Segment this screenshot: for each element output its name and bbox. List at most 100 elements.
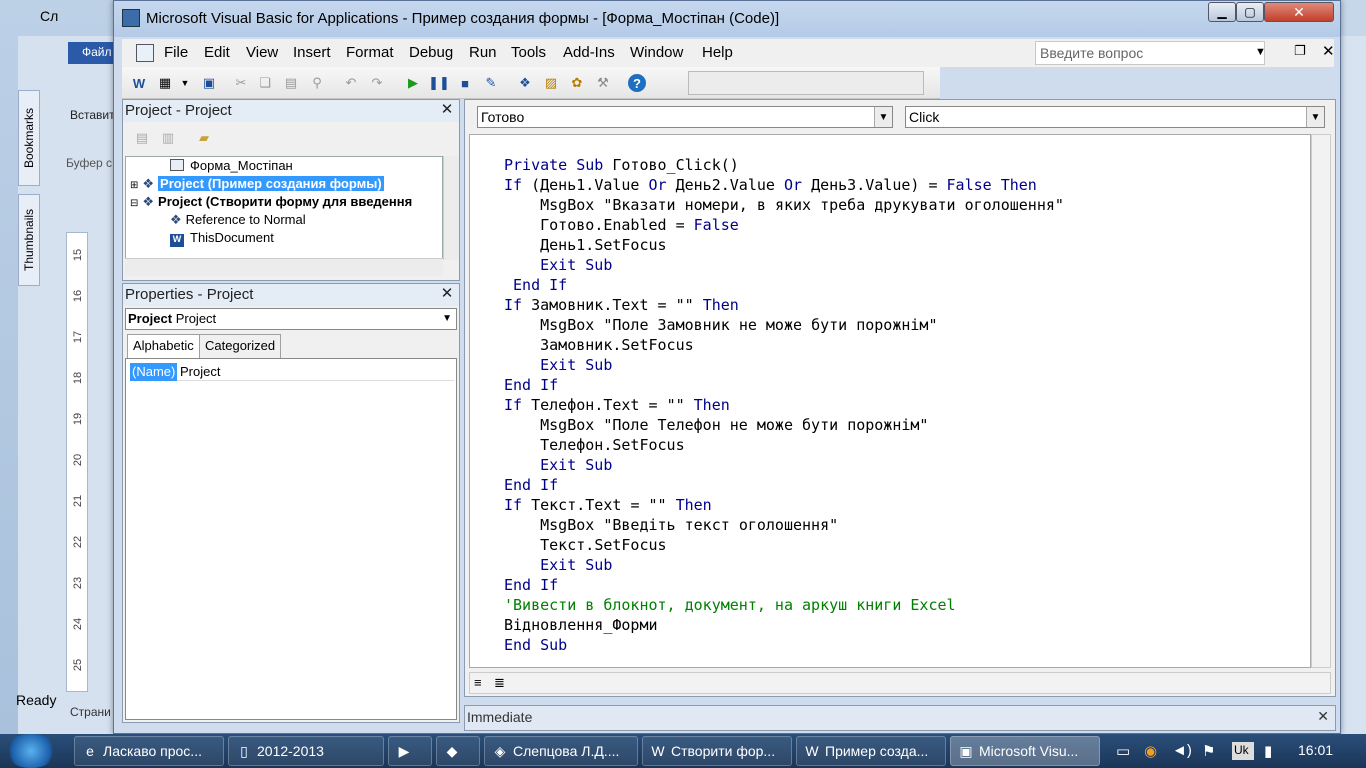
menu-add-ins[interactable]: Add-Ins xyxy=(563,44,615,61)
toolbox-icon[interactable]: ⚒ xyxy=(594,74,612,92)
stop-icon[interactable]: ■ xyxy=(456,74,474,92)
project-vertical-scrollbar[interactable] xyxy=(443,156,459,260)
word-icon[interactable]: W xyxy=(130,74,148,92)
menu-tools[interactable]: Tools xyxy=(511,44,546,61)
tab-alphabetic[interactable]: Alphabetic xyxy=(127,334,200,360)
procedure-view-icon[interactable]: ≡ xyxy=(474,675,482,690)
project-pane-close-icon[interactable]: ✕ xyxy=(439,102,455,118)
code-line[interactable]: End If xyxy=(504,575,1064,595)
taskbar-item[interactable]: e Ласкаво прос... xyxy=(74,736,224,766)
code-line[interactable]: Private Sub Готово_Click() xyxy=(504,155,1064,175)
code-line[interactable]: MsgBox "Введіть текст оголошення" xyxy=(504,515,1064,535)
taskbar-item[interactable]: ▣ Microsoft Visu... xyxy=(950,736,1100,766)
ask-question-input[interactable]: Введите вопрос xyxy=(1035,41,1265,65)
taskbar-item[interactable]: ◆ xyxy=(436,736,480,766)
properties-window-icon[interactable]: ▨ xyxy=(542,74,560,92)
update-icon[interactable]: ◉ xyxy=(1144,742,1157,760)
menu-insert[interactable]: Insert xyxy=(293,44,331,61)
design-mode-icon[interactable]: ✎ xyxy=(482,74,500,92)
code-line[interactable]: Готово.Enabled = False xyxy=(504,215,1064,235)
action-center-icon[interactable]: ▭ xyxy=(1116,742,1130,760)
code-line[interactable]: День1.SetFocus xyxy=(504,235,1064,255)
cut-icon[interactable]: ✂ xyxy=(232,74,250,92)
run-icon[interactable]: ▶ xyxy=(404,74,422,92)
code-line[interactable]: Відновлення_Форми xyxy=(504,615,1064,635)
code-line[interactable]: Телефон.SetFocus xyxy=(504,435,1064,455)
flag-icon[interactable]: ⚑ xyxy=(1202,742,1215,760)
code-horizontal-scrollbar[interactable]: ≡ ≣ xyxy=(469,672,1331,694)
ask-dropdown-icon[interactable]: ▼ xyxy=(1255,46,1266,58)
immediate-window[interactable]: Immediate ✕ xyxy=(464,705,1336,731)
property-value[interactable]: Project xyxy=(180,364,220,379)
collapse-icon[interactable]: ⊟ xyxy=(130,198,138,209)
chevron-down-icon[interactable]: ▼ xyxy=(176,74,194,92)
tree-item-form[interactable]: Форма_Мостіпан xyxy=(170,158,293,173)
code-line[interactable]: MsgBox "Поле Телефон не може бути порожн… xyxy=(504,415,1064,435)
tree-item-project-create[interactable]: ⊟ ❖ Project (Створити форму для введення xyxy=(130,194,412,210)
code-line[interactable]: If (День1.Value Or День2.Value Or День3.… xyxy=(504,175,1064,195)
code-line[interactable]: 'Вивести в блокнот, документ, на аркуш к… xyxy=(504,595,1064,615)
code-line[interactable]: Текст.SetFocus xyxy=(504,535,1064,555)
object-browser-icon[interactable]: ✿ xyxy=(568,74,586,92)
start-button[interactable] xyxy=(4,734,58,768)
procedure-combo[interactable]: Click ▼ xyxy=(905,106,1325,128)
code-line[interactable]: If Текст.Text = "" Then xyxy=(504,495,1064,515)
properties-pane-close-icon[interactable]: ✕ xyxy=(439,286,455,302)
code-line[interactable]: End Sub xyxy=(504,635,1064,655)
code-line[interactable]: MsgBox "Вказати номери, в яких треба дру… xyxy=(504,195,1064,215)
tree-item-reference[interactable]: ❖ Reference to Normal xyxy=(170,212,306,228)
code-editor[interactable]: Private Sub Готово_Click() If (День1.Valu… xyxy=(469,134,1311,668)
code-line[interactable]: End If xyxy=(504,275,1064,295)
save-icon[interactable]: ▣ xyxy=(200,74,218,92)
restore-icon[interactable]: ❐ xyxy=(1294,43,1306,59)
project-explorer-icon[interactable]: ❖ xyxy=(516,74,534,92)
redo-icon[interactable]: ↷ xyxy=(368,74,386,92)
taskbar-item[interactable]: ◈ Слепцова Л.Д.... xyxy=(484,736,638,766)
code-line[interactable]: Exit Sub xyxy=(504,555,1064,575)
code-vertical-scrollbar[interactable] xyxy=(1311,134,1331,668)
object-combo[interactable]: Готово ▼ xyxy=(477,106,893,128)
menu-window[interactable]: Window xyxy=(630,44,683,61)
taskbar-item[interactable]: ▶ xyxy=(388,736,432,766)
toggle-folders-icon[interactable]: ▰ xyxy=(195,129,213,147)
code-line[interactable]: If Телефон.Text = "" Then xyxy=(504,395,1064,415)
chevron-down-icon[interactable]: ▼ xyxy=(1306,107,1324,127)
tree-item-project-sample[interactable]: ⊞ ❖ Project (Пример создания формы) xyxy=(130,176,384,192)
find-icon[interactable]: ⚲ xyxy=(308,74,326,92)
project-horizontal-scrollbar[interactable] xyxy=(125,258,443,276)
view-object-icon[interactable]: ▥ xyxy=(159,129,177,147)
document-icon[interactable] xyxy=(136,44,154,62)
chevron-down-icon[interactable]: ▼ xyxy=(442,313,452,324)
volume-icon[interactable]: ◄) xyxy=(1172,742,1192,759)
paste-icon[interactable]: ▤ xyxy=(282,74,300,92)
copy-icon[interactable]: ❏ xyxy=(256,74,274,92)
code-line[interactable]: Exit Sub xyxy=(504,355,1064,375)
menu-view[interactable]: View xyxy=(246,44,278,61)
tab-categorized[interactable]: Categorized xyxy=(199,334,282,358)
menu-format[interactable]: Format xyxy=(346,44,394,61)
code-line[interactable]: End If xyxy=(504,475,1064,495)
code-line[interactable]: Exit Sub xyxy=(504,455,1064,475)
minimize-button[interactable]: ▁ xyxy=(1208,2,1236,22)
vba-titlebar[interactable]: Microsoft Visual Basic for Applications … xyxy=(114,1,1340,37)
thumbnails-tab[interactable]: Thumbnails xyxy=(18,194,40,286)
code-line[interactable]: Exit Sub xyxy=(504,255,1064,275)
immediate-close-icon[interactable]: ✕ xyxy=(1317,708,1329,725)
code-line[interactable]: If Замовник.Text = "" Then xyxy=(504,295,1064,315)
clock[interactable]: 16:01 xyxy=(1298,742,1333,758)
menu-edit[interactable]: Edit xyxy=(204,44,230,61)
language-indicator[interactable]: Uk xyxy=(1232,742,1254,760)
chevron-down-icon[interactable]: ▼ xyxy=(874,107,892,127)
maximize-button[interactable]: ▢ xyxy=(1236,2,1264,22)
tree-item-thisdocument[interactable]: W ThisDocument xyxy=(170,230,274,247)
code-line[interactable]: Замовник.SetFocus xyxy=(504,335,1064,355)
taskbar-item[interactable]: ▯ 2012-2013 xyxy=(228,736,384,766)
code-line[interactable]: MsgBox "Поле Замовник не може бути порож… xyxy=(504,315,1064,335)
view-code-icon[interactable]: ▤ xyxy=(133,129,151,147)
full-module-view-icon[interactable]: ≣ xyxy=(494,675,505,691)
insert-userform-icon[interactable]: ▦ xyxy=(156,74,174,92)
property-row[interactable]: (Name) Project xyxy=(130,363,454,381)
network-icon[interactable]: ▮ xyxy=(1264,742,1272,760)
pause-icon[interactable]: ❚❚ xyxy=(428,74,450,92)
background-file-tab[interactable]: Файл xyxy=(68,42,114,64)
